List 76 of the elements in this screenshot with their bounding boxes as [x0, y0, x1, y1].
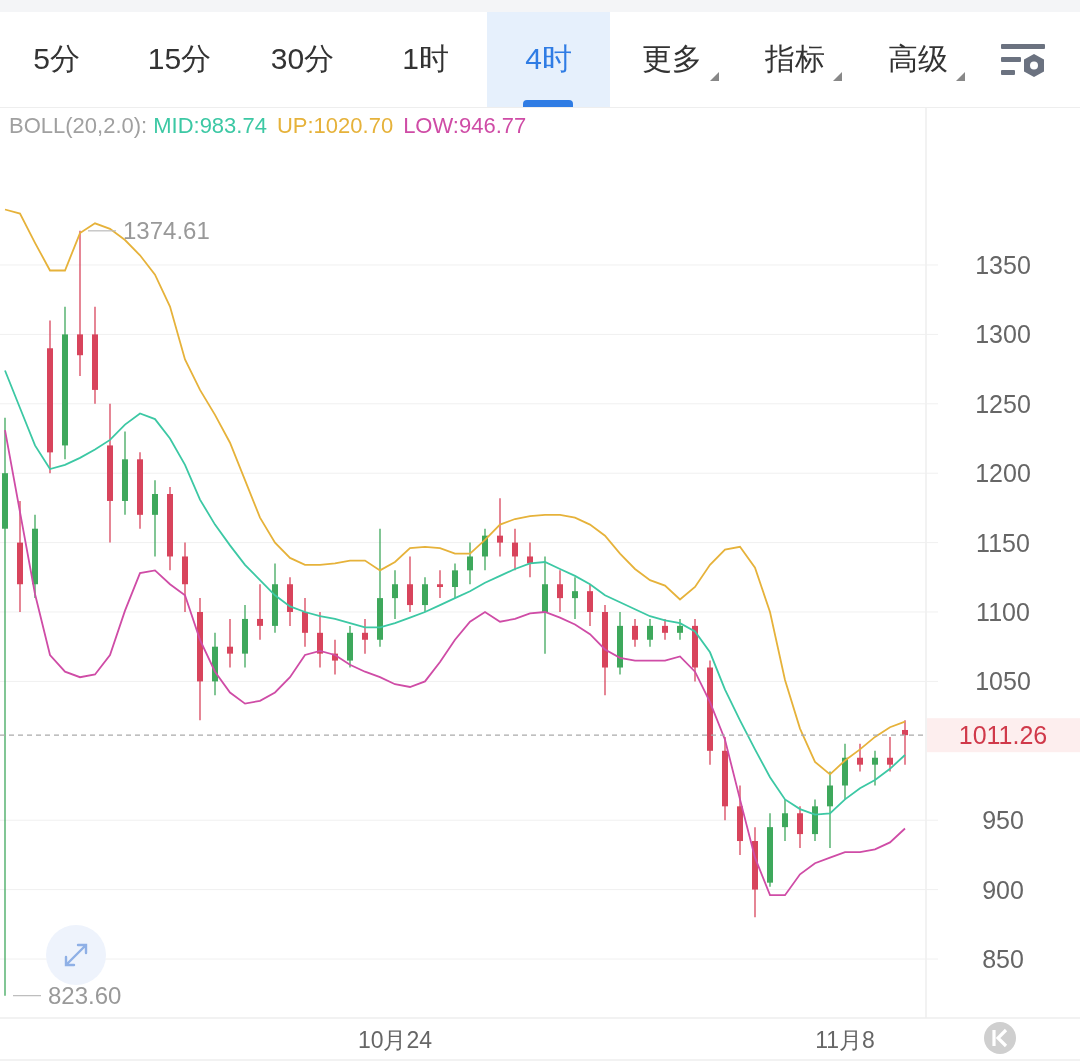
y-axis-label: 1100 [976, 598, 1030, 626]
candlestick [887, 736, 893, 773]
candlestick [842, 743, 848, 801]
candlestick [647, 618, 653, 648]
candlestick [332, 639, 338, 676]
candlestick [482, 528, 488, 571]
leader-line [87, 230, 117, 232]
indicator-value: MID:983.74 [153, 112, 267, 140]
candlestick [452, 562, 458, 599]
candlestick [407, 555, 413, 613]
timeframe-tab[interactable]: 30分 [241, 12, 364, 107]
indicator-value: UP:1020.70 [276, 112, 394, 140]
y-axis-label: 1200 [975, 459, 1031, 488]
candlestick [782, 798, 788, 842]
candlestick [587, 583, 593, 627]
extreme-price-label: 823.60 [48, 981, 122, 1009]
dropdown-corner-icon [710, 72, 719, 81]
candlestick [692, 618, 698, 683]
indicator-value: LOW:946.77 [403, 112, 527, 140]
candlestick [797, 805, 803, 849]
y-axis-label: 850 [982, 945, 1024, 973]
leader-line [12, 995, 42, 997]
y-axis-label: 1150 [976, 528, 1030, 557]
extreme-price-label: 1374.61 [123, 216, 210, 244]
timeframe-tab[interactable]: 高级 [856, 12, 979, 107]
candlestick [557, 569, 563, 613]
candlestick [347, 625, 353, 669]
candlestick [572, 576, 578, 620]
dropdown-corner-icon [833, 72, 842, 81]
candlestick [467, 541, 473, 585]
candlestick [242, 604, 248, 669]
candlestick [422, 576, 428, 613]
candlestick [182, 541, 188, 613]
candlestick [662, 618, 668, 641]
candlestick [317, 611, 323, 669]
timeframe-tab[interactable]: 15分 [118, 12, 241, 107]
y-axis-label: 1350 [975, 251, 1031, 279]
y-axis-label: 900 [982, 875, 1024, 904]
x-axis-label: 11月8 [815, 1027, 875, 1053]
y-axis-label: 1250 [975, 389, 1031, 418]
timeframe-tab[interactable]: 更多 [610, 12, 733, 107]
candlestick [812, 798, 818, 842]
candlestick [527, 541, 533, 578]
candlestick [872, 750, 878, 787]
settings-icon[interactable] [1000, 41, 1048, 78]
candlestick [617, 611, 623, 676]
y-axis-label: 1300 [975, 320, 1031, 349]
candlestick [227, 618, 233, 669]
y-axis-label: 1050 [975, 667, 1031, 696]
timeframe-tab[interactable]: 4时 [487, 12, 610, 107]
candlestick [857, 743, 863, 773]
indicator-label: BOLL(20,2.0): [9, 112, 148, 140]
candlestick [302, 597, 308, 648]
candlestick [677, 618, 683, 641]
y-axis-label: 950 [982, 806, 1024, 835]
candlestick [737, 784, 743, 856]
candlestick [287, 576, 293, 627]
candlestick [437, 569, 443, 599]
candlestick [362, 618, 368, 655]
candlestick [272, 562, 278, 634]
jump-to-latest-icon[interactable] [984, 1022, 1016, 1054]
candlestick [512, 528, 518, 571]
timeframe-tab[interactable]: 1时 [364, 12, 487, 107]
expand-icon[interactable] [46, 925, 106, 985]
current-price-label: 1011.26 [958, 721, 1048, 750]
dropdown-corner-icon [956, 72, 965, 81]
candlestick [257, 583, 263, 641]
timeframe-tab[interactable]: 指标 [733, 12, 856, 107]
x-axis-label: 10月24 [357, 1027, 433, 1053]
active-tab-indicator [523, 100, 573, 107]
candlestick [392, 569, 398, 620]
candlestick [212, 632, 218, 696]
candlestick [632, 618, 638, 648]
timeframe-tab[interactable]: 5分 [0, 12, 118, 107]
candlestick [902, 719, 908, 766]
candlestick [497, 497, 503, 558]
